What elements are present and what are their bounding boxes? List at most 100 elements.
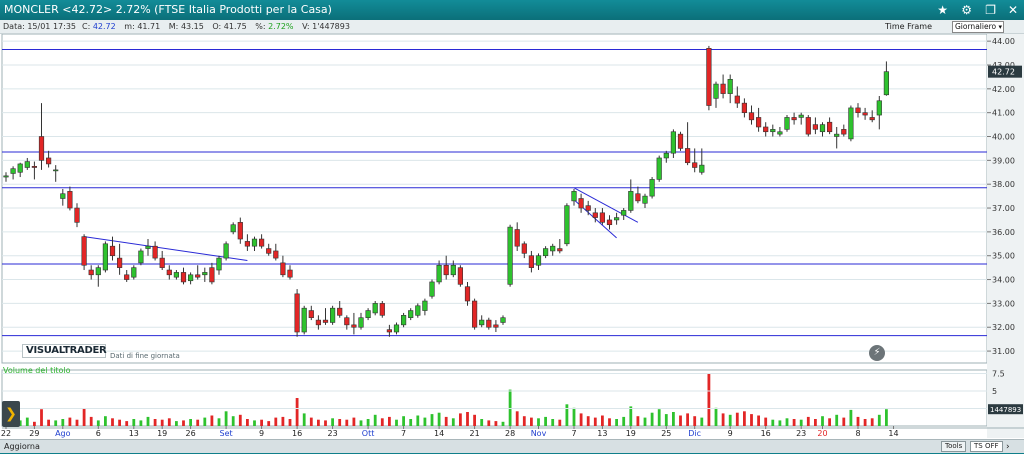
- candle-body: [17, 163, 23, 173]
- last-price-label: 42.72: [992, 68, 1015, 77]
- volume-bar: [608, 418, 611, 426]
- volume-bar: [295, 398, 299, 426]
- volume-label: V:: [302, 22, 310, 31]
- candle-body: [507, 226, 513, 285]
- x-tick-label: 23: [796, 429, 806, 438]
- candle-body: [415, 305, 421, 316]
- candle-body: [45, 157, 52, 165]
- candle-body: [10, 168, 16, 174]
- candle-body: [60, 193, 66, 199]
- ts-off-button[interactable]: TS OFF: [970, 441, 1003, 452]
- x-tick-label: 8: [855, 429, 860, 438]
- star-icon[interactable]: ★: [937, 0, 948, 20]
- volume-bar: [246, 419, 249, 426]
- x-tick-label: Dic: [688, 429, 701, 438]
- volume-bar: [764, 417, 768, 426]
- gear-icon[interactable]: ⚙: [961, 0, 972, 20]
- volume-bar: [359, 420, 363, 426]
- close-value: 42.72: [92, 22, 116, 31]
- volume-bar: [799, 419, 803, 426]
- y-tick-label: 38.00: [992, 180, 1015, 189]
- volume-bar: [650, 412, 654, 426]
- volume-bar: [636, 416, 640, 426]
- volume-bar: [40, 409, 43, 426]
- volume-bar: [700, 417, 704, 426]
- timeframe-label: Time Frame: [884, 22, 932, 31]
- low-label: m:: [124, 22, 135, 31]
- x-tick-label: 9: [259, 429, 264, 438]
- volume-bar: [473, 414, 476, 426]
- volume-bar: [622, 416, 626, 426]
- candle-body: [329, 307, 336, 323]
- chevron-right-icon[interactable]: ›: [1006, 441, 1010, 454]
- volume-bar: [792, 419, 796, 426]
- volume-bar: [409, 419, 413, 426]
- x-tick-label: 26: [186, 429, 196, 438]
- price-chart[interactable]: 44.0043.0042.0041.0040.0039.0038.0037.00…: [0, 34, 1024, 439]
- volume-bar: [494, 421, 498, 426]
- volume-bar: [89, 416, 93, 426]
- candle-body: [862, 112, 868, 116]
- volume-bar: [785, 418, 789, 426]
- x-tick-label: 25: [661, 429, 671, 438]
- close-icon[interactable]: ✕: [1008, 0, 1018, 20]
- candle-body: [138, 250, 144, 264]
- volume-bar: [693, 416, 697, 426]
- candle-body: [564, 205, 570, 245]
- volume-bar: [778, 420, 782, 426]
- low-value: 41.71: [137, 22, 161, 31]
- volume-bar: [537, 418, 540, 426]
- candle-body: [152, 245, 158, 259]
- restore-icon[interactable]: ❐: [985, 0, 996, 20]
- y-tick-label: 44.00: [992, 37, 1015, 46]
- volume-bar: [338, 419, 342, 426]
- tools-button[interactable]: Tools: [941, 441, 967, 452]
- candle-body: [145, 245, 151, 249]
- volume-bar: [61, 419, 65, 426]
- volume-bar: [615, 419, 618, 426]
- open-label: O:: [212, 22, 222, 31]
- volume-bar: [331, 418, 334, 426]
- volume-bar: [835, 414, 839, 426]
- volume-bar: [267, 421, 271, 426]
- candle-body: [706, 48, 712, 106]
- lightning-icon[interactable]: ⚡: [869, 345, 885, 361]
- refresh-button[interactable]: Aggiorna: [4, 440, 40, 453]
- candle-body: [81, 236, 87, 266]
- candle-body: [216, 257, 222, 271]
- volume-tick-label: 7.5: [992, 370, 1005, 379]
- x-tick-label: 29: [29, 429, 39, 438]
- candle-body: [273, 250, 279, 259]
- x-tick-label: 16: [761, 429, 771, 438]
- candle-body: [315, 319, 322, 326]
- volume-bar: [771, 419, 775, 426]
- volume-bar: [288, 419, 292, 426]
- x-tick-label: 28: [505, 429, 515, 438]
- candle-body: [74, 207, 80, 223]
- volume-bar: [544, 416, 547, 426]
- candle-body: [337, 307, 343, 316]
- y-tick-label: 34.00: [992, 276, 1015, 285]
- timeframe-select[interactable]: Giornaliero ▾: [952, 21, 1004, 33]
- candle-body: [770, 129, 776, 133]
- x-tick-label: 6: [96, 429, 101, 438]
- chevron-down-icon: ▾: [998, 23, 1002, 31]
- x-tick-label: 7: [401, 429, 406, 438]
- candle-body: [713, 83, 719, 99]
- volume-panel: [1, 369, 988, 427]
- volume-bar: [487, 420, 491, 426]
- volume-bar: [515, 411, 519, 426]
- volume-bar: [466, 412, 469, 426]
- footer-bar: Aggiorna Tools TS OFF ›: [0, 439, 1024, 453]
- high-value: 43.15: [180, 22, 204, 31]
- candle-body: [365, 310, 371, 319]
- play-icon[interactable]: ❯: [2, 401, 20, 427]
- candle-body: [173, 272, 180, 278]
- candle-body: [635, 193, 641, 202]
- volume-bar: [480, 419, 484, 426]
- volume-bar: [877, 414, 881, 426]
- candle-body: [308, 310, 314, 319]
- candle-body: [500, 317, 506, 323]
- volume-bar: [160, 419, 164, 426]
- candle-body: [188, 274, 194, 282]
